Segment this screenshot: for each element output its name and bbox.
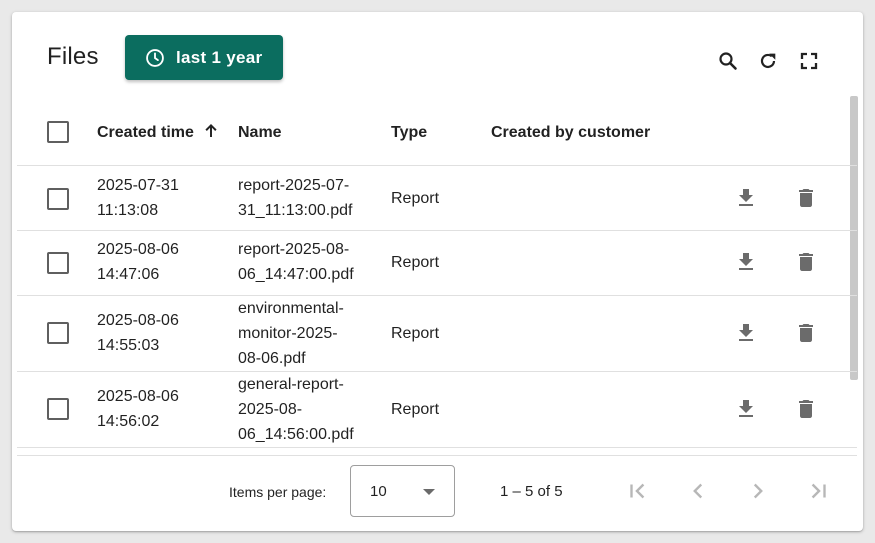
delete-icon[interactable] xyxy=(794,250,818,274)
delete-icon[interactable] xyxy=(794,397,818,421)
time-filter-button[interactable]: last 1 year xyxy=(125,35,283,80)
sort-arrow-up-icon xyxy=(205,123,217,137)
first-page-icon[interactable] xyxy=(625,478,651,504)
created-time-cell: 2025-08-06 14:55:03 xyxy=(97,312,179,354)
delete-icon[interactable] xyxy=(794,186,818,210)
type-cell: Report xyxy=(391,401,440,418)
type-cell: Report xyxy=(391,254,440,271)
clock-icon xyxy=(146,48,164,67)
created-time-cell: 2025-08-06 14:56:02 xyxy=(97,388,179,430)
download-icon[interactable] xyxy=(734,250,758,274)
file-name-cell: report-2025-07- 31_11:13:00.pdf xyxy=(238,177,353,219)
column-header-type[interactable]: Type xyxy=(391,120,427,145)
delete-icon[interactable] xyxy=(794,321,818,345)
row-checkbox[interactable] xyxy=(47,398,69,420)
items-per-page-value: 10 xyxy=(370,483,387,500)
download-icon[interactable] xyxy=(734,321,758,345)
paginator: Items per page: 10 1 – 5 of 5 xyxy=(12,455,863,531)
files-table: Created time Name Type Created by custom… xyxy=(17,100,857,448)
table-row[interactable]: 2025-08-06 14:55:03 environmental-monitor… xyxy=(17,296,857,372)
file-name-cell: report-2025-08- 06_14:47:00.pdf xyxy=(238,241,354,283)
files-card: Files last 1 year Created time Name Type… xyxy=(12,12,863,531)
page-range-label: 1 – 5 of 5 xyxy=(500,483,563,500)
last-page-icon[interactable] xyxy=(805,478,831,504)
previous-page-icon[interactable] xyxy=(685,478,711,504)
table-header-row: Created time Name Type Created by custom… xyxy=(17,100,857,166)
items-per-page-select[interactable]: 10 xyxy=(350,465,455,517)
row-checkbox[interactable] xyxy=(47,322,69,344)
time-filter-label: last 1 year xyxy=(176,47,263,67)
fullscreen-icon[interactable] xyxy=(797,49,821,73)
created-time-cell: 2025-07-31 11:13:08 xyxy=(97,177,179,219)
type-cell: Report xyxy=(391,190,440,207)
column-header-created-time[interactable]: Created time xyxy=(97,120,220,145)
file-name-cell: environmental-monitor-2025- 08-06.pdf xyxy=(238,300,344,367)
refresh-icon[interactable] xyxy=(756,49,780,73)
created-time-cell: 2025-08-06 14:47:06 xyxy=(97,241,179,283)
next-page-icon[interactable] xyxy=(745,478,771,504)
select-all-checkbox[interactable] xyxy=(47,121,69,143)
items-per-page-label: Items per page: xyxy=(229,484,327,500)
download-icon[interactable] xyxy=(734,397,758,421)
column-header-created-by-customer[interactable]: Created by customer xyxy=(491,120,650,145)
file-name-cell: general-report- 2025-08- 06_14:56:00.pdf xyxy=(238,376,354,443)
table-row[interactable]: 2025-07-31 11:13:08 report-2025-07- 31_11:… xyxy=(17,166,857,231)
table-row[interactable]: 2025-08-06 14:47:06 report-2025-08- 06_14:… xyxy=(17,231,857,296)
search-icon[interactable] xyxy=(716,49,740,73)
page-title: Files xyxy=(47,43,99,70)
column-header-name[interactable]: Name xyxy=(238,120,282,145)
row-checkbox[interactable] xyxy=(47,252,69,274)
table-row[interactable]: 2025-08-06 14:56:02 general-report- 2025-0… xyxy=(17,372,857,448)
type-cell: Report xyxy=(391,325,440,342)
row-checkbox[interactable] xyxy=(47,188,69,210)
download-icon[interactable] xyxy=(734,186,758,210)
header: Files last 1 year xyxy=(12,12,863,100)
dropdown-caret-icon xyxy=(423,489,435,495)
